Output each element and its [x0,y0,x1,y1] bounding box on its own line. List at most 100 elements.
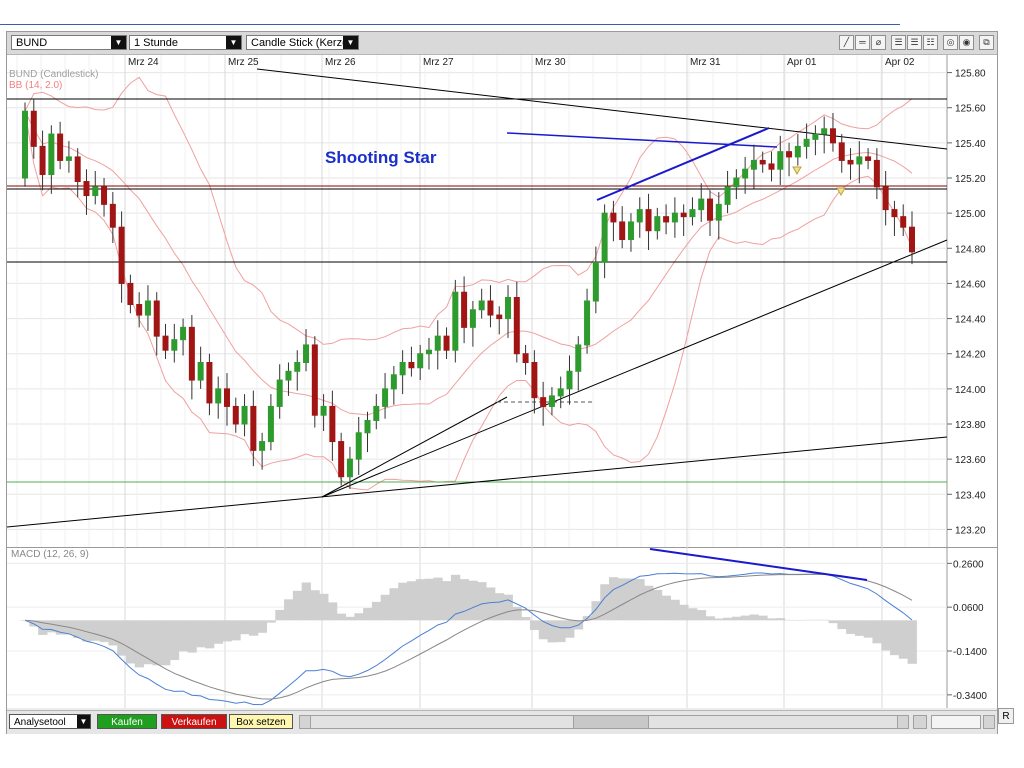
candle[interactable] [724,186,731,205]
sell-button[interactable]: Verkaufen [161,714,227,729]
reset-button[interactable]: R [998,708,1014,724]
candle[interactable] [759,159,766,165]
candle[interactable] [496,314,503,320]
zoom-slider[interactable] [931,715,981,729]
candle[interactable] [636,209,643,223]
price-chart[interactable]: Mrz 24 Mrz 25 Mrz 26 Mrz 27 Mrz 30 Mrz 31 Apr … [7,32,997,710]
candle[interactable] [382,388,389,407]
candle[interactable] [786,151,793,158]
candle[interactable] [461,291,468,328]
candle[interactable] [434,335,441,351]
candle[interactable] [197,362,204,381]
candle[interactable] [847,159,854,165]
candle[interactable] [118,226,125,284]
candle[interactable] [891,209,898,218]
candle[interactable] [153,300,160,337]
candle[interactable] [742,168,749,179]
candle[interactable] [57,133,64,161]
candle[interactable] [663,216,670,223]
candle[interactable] [390,374,397,390]
candle[interactable] [355,432,362,460]
candle[interactable] [452,291,459,351]
candle[interactable] [715,203,722,221]
candle[interactable] [364,419,371,434]
candle[interactable] [487,300,494,316]
candle[interactable] [232,405,239,425]
candle[interactable] [777,151,784,170]
candle[interactable] [531,362,538,399]
scrollbar-thumb[interactable] [573,715,649,729]
candle[interactable] [601,212,608,263]
candle[interactable] [346,458,353,478]
candle[interactable] [733,177,740,188]
candle[interactable] [144,300,151,316]
candle[interactable] [803,138,810,147]
candle[interactable] [900,216,907,228]
candle[interactable] [338,441,345,478]
candle[interactable] [909,226,915,253]
candle[interactable] [566,370,573,390]
candle[interactable] [30,110,37,147]
zoom-out-button[interactable] [913,715,927,729]
candle[interactable] [645,209,652,232]
candle[interactable] [101,186,108,205]
candle[interactable] [74,156,81,183]
candle[interactable] [171,339,178,351]
candle[interactable] [619,221,626,241]
candle[interactable] [329,405,336,443]
candle[interactable] [425,349,432,355]
candle[interactable] [443,335,450,351]
buy-button[interactable]: Kaufen [97,714,157,729]
candle[interactable] [654,216,661,232]
candle[interactable] [768,163,775,170]
candle[interactable] [522,353,529,364]
box-set-button[interactable]: Box setzen [229,714,293,729]
candle[interactable] [671,212,678,223]
candle[interactable] [180,326,187,341]
candle[interactable] [48,133,55,175]
candle[interactable] [136,304,143,316]
candle[interactable] [838,142,845,161]
candle[interactable] [294,362,301,372]
candle[interactable] [540,397,547,407]
candle[interactable] [829,128,836,144]
zoom-in-button[interactable] [983,715,995,729]
candle[interactable] [865,156,872,161]
candle[interactable] [680,212,687,218]
candle[interactable] [215,388,222,404]
candle[interactable] [548,395,555,407]
candle[interactable] [812,133,819,140]
candle[interactable] [469,309,476,328]
candle[interactable] [584,300,591,346]
candle[interactable] [259,441,266,451]
candle[interactable] [627,221,634,241]
candle[interactable] [689,209,696,218]
candle[interactable] [505,296,512,320]
candle[interactable] [417,353,424,369]
candle[interactable] [478,300,485,311]
candle[interactable] [267,405,274,443]
candle[interactable] [250,405,257,451]
candle[interactable] [821,128,828,135]
candle[interactable] [610,212,617,223]
candle[interactable] [241,405,248,425]
candle[interactable] [399,362,406,376]
candle[interactable] [408,362,415,369]
candle[interactable] [311,344,318,416]
candle[interactable] [513,296,520,355]
candle[interactable] [206,362,213,404]
candle[interactable] [698,198,705,211]
candle[interactable] [575,344,582,372]
candle[interactable] [109,203,116,228]
scroll-left-button[interactable] [299,715,311,729]
candle[interactable] [162,335,169,351]
chevron-down-icon[interactable]: ▼ [77,715,90,728]
candle[interactable] [223,388,230,407]
candle[interactable] [303,344,310,363]
candle[interactable] [65,156,72,161]
candle[interactable] [188,326,195,381]
candle[interactable] [373,405,380,421]
candle[interactable] [22,110,28,179]
candle[interactable] [127,282,134,306]
candle[interactable] [794,145,801,158]
